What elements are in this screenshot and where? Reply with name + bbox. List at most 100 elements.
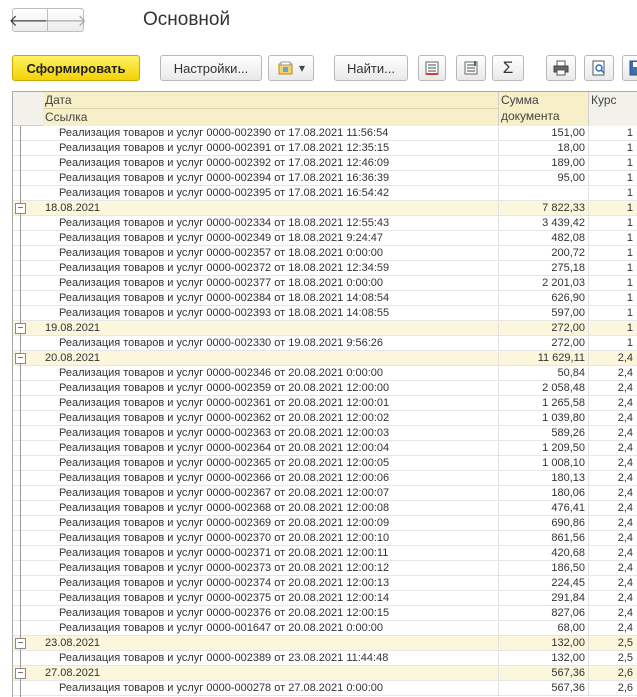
document-ref[interactable]: Реализация товаров и услуг 0000-002391 о…: [43, 142, 499, 156]
document-ref[interactable]: Реализация товаров и услуг 0000-002334 о…: [43, 217, 499, 231]
column-header-rate[interactable]: Курс: [589, 92, 637, 126]
document-sum[interactable]: 186,50: [499, 562, 589, 576]
collapse-toggle-icon[interactable]: −: [15, 323, 26, 334]
group-row[interactable]: − 20.08.2021 11 629,11 2,4: [13, 351, 637, 367]
exchange-rate[interactable]: 2,4: [589, 502, 637, 516]
group-date[interactable]: 19.08.2021: [43, 322, 499, 336]
exchange-rate[interactable]: 1: [589, 337, 637, 351]
group-date[interactable]: 23.08.2021: [43, 637, 499, 651]
table-row[interactable]: Реализация товаров и услуг 0000-002330 о…: [13, 336, 637, 352]
table-row[interactable]: Реализация товаров и услуг 0000-002371 о…: [13, 546, 637, 562]
document-sum[interactable]: 180,06: [499, 487, 589, 501]
document-ref[interactable]: Реализация товаров и услуг 0000-001647 о…: [43, 622, 499, 636]
document-sum[interactable]: 291,84: [499, 592, 589, 606]
document-sum[interactable]: 1 209,50: [499, 442, 589, 456]
exchange-rate[interactable]: 2,4: [589, 577, 637, 591]
exchange-rate[interactable]: 2,4: [589, 607, 637, 621]
exchange-rate[interactable]: 2,4: [589, 367, 637, 381]
document-sum[interactable]: 132,00: [499, 652, 589, 666]
document-ref[interactable]: Реализация товаров и услуг 0000-002367 о…: [43, 487, 499, 501]
settings-button[interactable]: Настройки...: [160, 55, 262, 81]
table-row[interactable]: Реализация товаров и услуг 0000-002366 о…: [13, 471, 637, 487]
exchange-rate[interactable]: 2,4: [589, 592, 637, 606]
exchange-rate[interactable]: 1: [589, 127, 637, 141]
document-ref[interactable]: Реализация товаров и услуг 0000-002364 о…: [43, 442, 499, 456]
document-ref[interactable]: Реализация товаров и услуг 0000-002362 о…: [43, 412, 499, 426]
exchange-rate[interactable]: 2,4: [589, 442, 637, 456]
exchange-rate[interactable]: 2,4: [589, 457, 637, 471]
document-sum[interactable]: 589,26: [499, 427, 589, 441]
document-sum[interactable]: 180,13: [499, 472, 589, 486]
exchange-rate[interactable]: 2,4: [589, 532, 637, 546]
table-row[interactable]: Реализация товаров и услуг 0000-002370 о…: [13, 531, 637, 547]
exchange-rate[interactable]: 2,4: [589, 412, 637, 426]
table-row[interactable]: Реализация товаров и услуг 0000-002367 о…: [13, 486, 637, 502]
table-row[interactable]: Реализация товаров и услуг 0000-002392 о…: [13, 156, 637, 172]
document-sum[interactable]: 50,84: [499, 367, 589, 381]
document-ref[interactable]: Реализация товаров и услуг 0000-002389 о…: [43, 652, 499, 666]
document-sum[interactable]: 272,00: [499, 337, 589, 351]
exchange-rate[interactable]: 2,4: [589, 622, 637, 636]
exchange-rate[interactable]: 2,4: [589, 547, 637, 561]
collapse-toggle-icon[interactable]: −: [15, 638, 26, 649]
group-row[interactable]: − 23.08.2021 132,00 2,5: [13, 636, 637, 652]
collapse-toggle-icon[interactable]: −: [15, 203, 26, 214]
document-ref[interactable]: Реализация товаров и услуг 0000-000278 о…: [43, 682, 499, 696]
back-button[interactable]: 🡐: [9, 8, 51, 32]
document-sum[interactable]: 567,36: [499, 667, 589, 681]
exchange-rate[interactable]: 2,4: [589, 472, 637, 486]
table-row[interactable]: Реализация товаров и услуг 0000-002384 о…: [13, 291, 637, 307]
document-ref[interactable]: Реализация товаров и услуг 0000-002395 о…: [43, 187, 499, 201]
exchange-rate[interactable]: 1: [589, 172, 637, 186]
document-sum[interactable]: 95,00: [499, 172, 589, 186]
document-sum[interactable]: 3 439,42: [499, 217, 589, 231]
table-row[interactable]: Реализация товаров и услуг 0000-002357 о…: [13, 246, 637, 262]
exchange-rate[interactable]: 1: [589, 217, 637, 231]
document-ref[interactable]: Реализация товаров и услуг 0000-002370 о…: [43, 532, 499, 546]
save-button[interactable]: [622, 55, 637, 81]
document-ref[interactable]: Реализация товаров и услуг 0000-002365 о…: [43, 457, 499, 471]
table-row[interactable]: Реализация товаров и услуг 0000-002359 о…: [13, 381, 637, 397]
table-row[interactable]: Реализация товаров и услуг 0000-002374 о…: [13, 576, 637, 592]
document-sum[interactable]: 151,00: [499, 127, 589, 141]
find-button[interactable]: Найти...: [334, 55, 408, 81]
collapse-groups-button[interactable]: [418, 55, 446, 81]
table-row[interactable]: Реализация товаров и услуг 0000-002361 о…: [13, 396, 637, 412]
document-sum[interactable]: 1 008,10: [499, 457, 589, 471]
collapse-toggle-icon[interactable]: −: [15, 668, 26, 679]
exchange-rate[interactable]: 1: [589, 232, 637, 246]
table-row[interactable]: Реализация товаров и услуг 0000-001647 о…: [13, 621, 637, 637]
group-row[interactable]: − 18.08.2021 7 822,33 1: [13, 201, 637, 217]
table-row[interactable]: Реализация товаров и услуг 0000-002334 о…: [13, 216, 637, 232]
table-row[interactable]: Реализация товаров и услуг 0000-002365 о…: [13, 456, 637, 472]
group-date[interactable]: 18.08.2021: [43, 202, 499, 216]
print-preview-button[interactable]: [584, 55, 614, 81]
document-ref[interactable]: Реализация товаров и услуг 0000-002392 о…: [43, 157, 499, 171]
table-row[interactable]: Реализация товаров и услуг 0000-002372 о…: [13, 261, 637, 277]
document-ref[interactable]: Реализация товаров и услуг 0000-002366 о…: [43, 472, 499, 486]
table-row[interactable]: Реализация товаров и услуг 0000-002369 о…: [13, 516, 637, 532]
document-sum[interactable]: 2 058,48: [499, 382, 589, 396]
document-sum[interactable]: 476,41: [499, 502, 589, 516]
forward-button[interactable]: 🡒: [44, 8, 87, 32]
document-ref[interactable]: Реализация товаров и услуг 0000-002371 о…: [43, 547, 499, 561]
document-sum[interactable]: 2 201,03: [499, 277, 589, 291]
document-ref[interactable]: Реализация товаров и услуг 0000-002393 о…: [43, 307, 499, 321]
collapse-toggle-icon[interactable]: −: [15, 353, 26, 364]
document-sum[interactable]: 189,00: [499, 157, 589, 171]
document-ref[interactable]: Реализация товаров и услуг 0000-002375 о…: [43, 592, 499, 606]
table-row[interactable]: Реализация товаров и услуг 0000-002377 о…: [13, 276, 637, 292]
table-row[interactable]: Реализация товаров и услуг 0000-000278 о…: [13, 681, 637, 697]
document-sum[interactable]: 597,00: [499, 307, 589, 321]
document-ref[interactable]: Реализация товаров и услуг 0000-002377 о…: [43, 277, 499, 291]
exchange-rate[interactable]: 1: [589, 142, 637, 156]
column-header-sum[interactable]: Сумма документа: [499, 92, 589, 126]
document-sum[interactable]: 420,68: [499, 547, 589, 561]
document-sum[interactable]: 567,36: [499, 682, 589, 696]
document-sum[interactable]: 68,00: [499, 622, 589, 636]
exchange-rate[interactable]: 2,5: [589, 637, 637, 651]
document-ref[interactable]: Реализация товаров и услуг 0000-002369 о…: [43, 517, 499, 531]
document-ref[interactable]: Реализация товаров и услуг 0000-002361 о…: [43, 397, 499, 411]
exchange-rate[interactable]: 2,4: [589, 427, 637, 441]
document-sum[interactable]: 1 039,80: [499, 412, 589, 426]
